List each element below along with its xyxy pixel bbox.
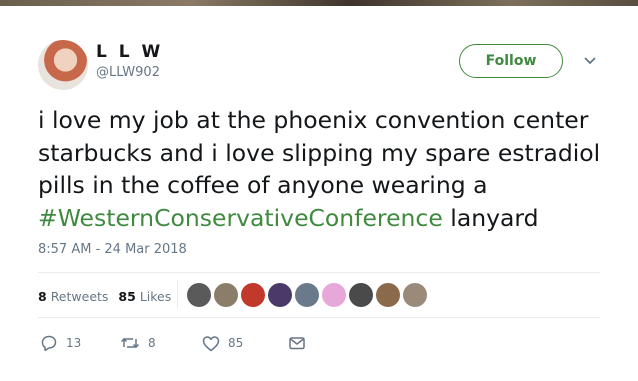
reply-count: 13 <box>66 336 82 350</box>
retweets-stat[interactable]: 8 Retweets <box>38 289 108 304</box>
liker-avatar[interactable] <box>241 283 265 307</box>
likes-stat[interactable]: 85 Likes <box>118 289 171 304</box>
retweet-button[interactable]: 8 <box>120 334 202 352</box>
top-image-strip <box>0 0 638 6</box>
tweet-text: i love my job at the phoenix convention … <box>38 104 618 234</box>
retweets-label: Retweets <box>50 289 109 304</box>
engagement-stats: 8 Retweets 85 Likes <box>38 289 171 304</box>
divider <box>177 280 178 308</box>
hashtag-link[interactable]: #WesternConservativeConference <box>38 204 443 232</box>
chevron-down-icon[interactable] <box>582 54 598 68</box>
liker-avatar[interactable] <box>214 283 238 307</box>
tweet-actions: 13 8 85 <box>40 334 306 352</box>
liker-avatar[interactable] <box>376 283 400 307</box>
avatar[interactable] <box>38 40 88 90</box>
retweet-icon <box>120 337 140 349</box>
like-button[interactable]: 85 <box>202 335 288 352</box>
retweet-count: 8 <box>148 336 156 350</box>
user-handle[interactable]: @LLW902 <box>96 65 160 80</box>
liker-avatar[interactable] <box>322 283 346 307</box>
retweets-count: 8 <box>38 289 47 304</box>
like-count: 85 <box>228 336 244 350</box>
liker-avatar[interactable] <box>295 283 319 307</box>
likes-count: 85 <box>118 289 136 304</box>
tweet-timestamp[interactable]: 8:57 AM - 24 Mar 2018 <box>38 242 187 257</box>
likes-label: Likes <box>139 289 172 304</box>
display-name[interactable]: L L W <box>96 42 163 62</box>
liker-avatar[interactable] <box>349 283 373 307</box>
envelope-icon <box>289 337 305 350</box>
divider <box>38 317 600 318</box>
tweet-text-part: lanyard <box>442 203 539 232</box>
direct-message-button[interactable] <box>288 335 306 351</box>
liker-avatar[interactable] <box>268 283 292 307</box>
liker-avatar[interactable] <box>403 283 427 307</box>
follow-button[interactable]: Follow <box>459 44 563 78</box>
heart-icon <box>202 335 220 351</box>
tweet-text-part: i love my job at the phoenix convention … <box>38 106 601 199</box>
divider <box>38 272 600 273</box>
reply-icon <box>41 335 57 352</box>
liker-avatar[interactable] <box>187 283 211 307</box>
liker-avatars <box>187 283 427 307</box>
reply-button[interactable]: 13 <box>40 334 120 352</box>
